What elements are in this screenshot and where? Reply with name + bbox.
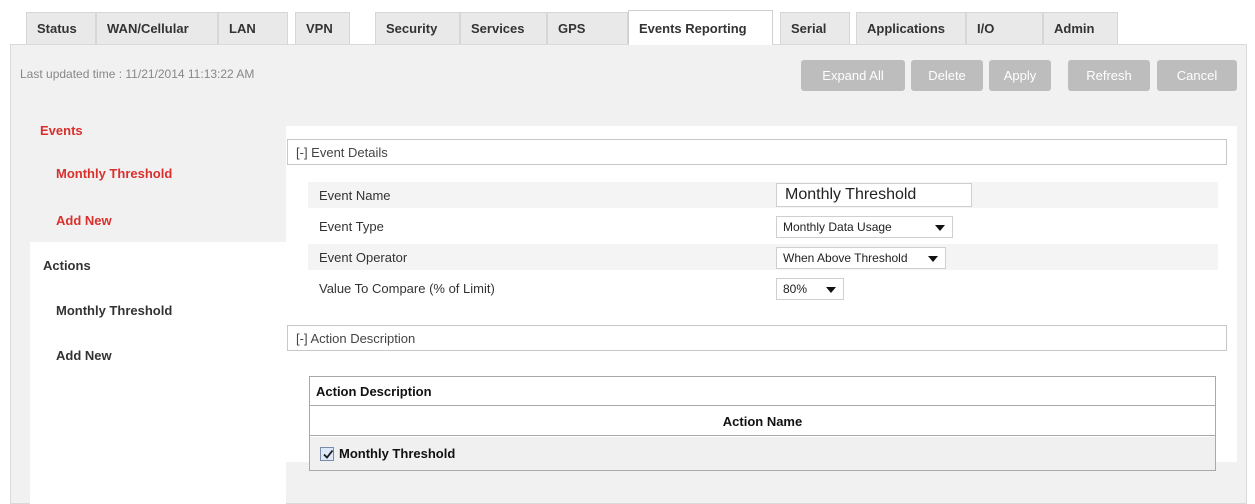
checkmark-icon: [323, 449, 334, 459]
event-operator-label: Event Operator: [319, 249, 408, 265]
event-type-value: Monthly Data Usage: [783, 220, 892, 234]
chevron-down-icon: [935, 225, 945, 231]
table-row: Monthly Threshold: [310, 437, 1215, 470]
tab-events-reporting[interactable]: Events Reporting: [628, 10, 773, 45]
action-name-cell: Monthly Threshold: [339, 446, 456, 461]
tab-status[interactable]: Status: [26, 12, 96, 44]
tab-applications[interactable]: Applications: [856, 12, 966, 44]
sidebar-heading-events[interactable]: Events: [40, 123, 83, 138]
event-name-label: Event Name: [319, 187, 391, 203]
event-operator-select[interactable]: When Above Threshold: [776, 247, 946, 269]
action-name-column-header: Action Name: [310, 407, 1215, 436]
tab-serial[interactable]: Serial: [780, 12, 850, 44]
cancel-button[interactable]: Cancel: [1157, 60, 1237, 91]
row-event-type: Event Type: [308, 213, 1218, 239]
last-updated-text: Last updated time : 11/21/2014 11:13:22 …: [20, 67, 255, 81]
main-tab-bar: Status WAN/Cellular LAN VPN Security Ser…: [0, 0, 1255, 45]
tab-lan[interactable]: LAN: [218, 12, 288, 44]
event-type-select[interactable]: Monthly Data Usage: [776, 216, 953, 238]
tab-security[interactable]: Security: [375, 12, 460, 44]
event-details-header[interactable]: [-] Event Details: [287, 139, 1227, 165]
event-operator-value: When Above Threshold: [783, 251, 908, 265]
tab-wan-cellular[interactable]: WAN/Cellular: [96, 12, 218, 44]
event-name-input[interactable]: [776, 183, 972, 207]
chevron-down-icon: [826, 287, 836, 293]
action-monthly-threshold-checkbox[interactable]: [320, 446, 334, 461]
action-table-title: Action Description: [310, 377, 1215, 406]
apply-button[interactable]: Apply: [989, 60, 1051, 91]
refresh-button[interactable]: Refresh: [1068, 60, 1150, 91]
event-type-label: Event Type: [319, 218, 384, 234]
value-to-compare-value: 80%: [783, 282, 808, 296]
row-event-operator: Event Operator: [308, 244, 1218, 270]
expand-all-button[interactable]: Expand All: [801, 60, 905, 91]
tab-io[interactable]: I/O: [966, 12, 1043, 44]
value-to-compare-label: Value To Compare (% of Limit): [319, 280, 495, 296]
sidebar-item-action-monthly-threshold[interactable]: Monthly Threshold: [56, 303, 172, 318]
sidebar-actions-panel: [30, 242, 286, 504]
action-description-header[interactable]: [-] Action Description: [287, 325, 1227, 351]
sidebar-item-event-add-new[interactable]: Add New: [56, 213, 112, 228]
tab-vpn[interactable]: VPN: [295, 12, 350, 44]
row-value-to-compare: Value To Compare (% of Limit): [308, 275, 1218, 301]
sidebar-item-event-monthly-threshold[interactable]: Monthly Threshold: [56, 166, 172, 181]
delete-button[interactable]: Delete: [911, 60, 983, 91]
tab-services[interactable]: Services: [460, 12, 547, 44]
tab-gps[interactable]: GPS: [547, 12, 628, 44]
chevron-down-icon: [928, 256, 938, 262]
row-event-name: Event Name: [308, 182, 1218, 208]
sidebar-item-action-add-new[interactable]: Add New: [56, 348, 112, 363]
tab-admin[interactable]: Admin: [1043, 12, 1118, 44]
value-to-compare-select[interactable]: 80%: [776, 278, 844, 300]
action-description-table: Action Description Action Name Monthly T…: [309, 376, 1216, 471]
sidebar-heading-actions[interactable]: Actions: [43, 258, 91, 273]
